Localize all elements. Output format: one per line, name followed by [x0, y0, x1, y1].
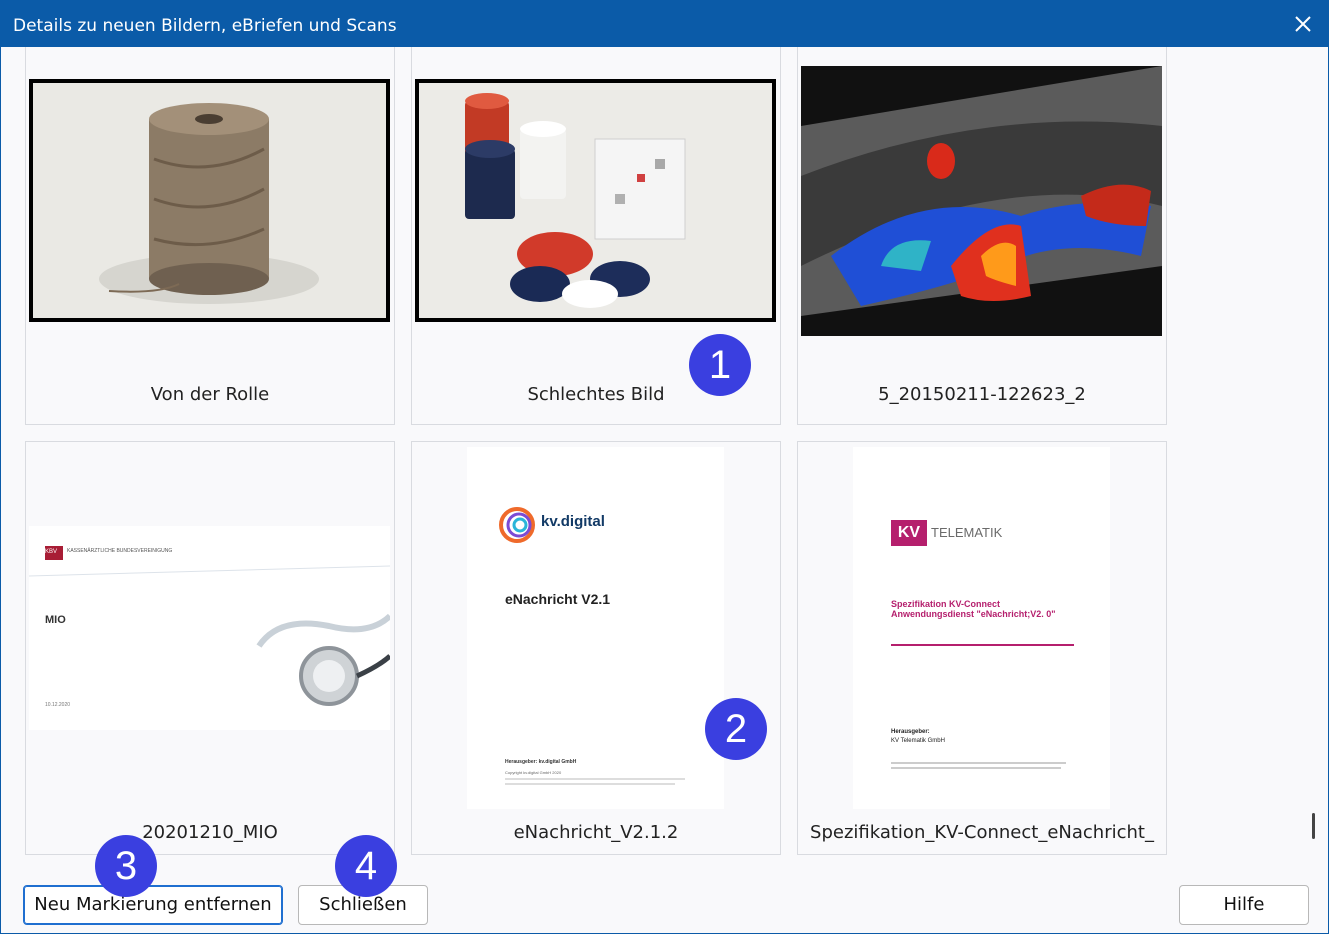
thumbnail-card[interactable]: kv.digital eNachricht V2.1 Herausgeber: … [411, 441, 781, 855]
thumbnail-card[interactable]: KASSENÄRZTLICHE BUNDESVEREINIGUNG KBV MI… [25, 441, 395, 855]
kbv-logo: KBV [45, 549, 58, 555]
thumbnail-card[interactable]: Von der Rolle [25, 47, 395, 425]
telematik-publisher: KV Telematik GmbH [891, 738, 945, 744]
title-bar: Details zu neuen Bildern, eBriefen und S… [1, 1, 1328, 47]
thumbnail-image-chips [415, 79, 776, 322]
help-button[interactable]: Hilfe [1179, 885, 1309, 925]
thumbnail-label: 5_20150211-122623_2 [878, 384, 1086, 405]
thumbnail-label: 20201210_MIO [142, 822, 278, 843]
thumbnail-label: eNachricht_V2.1.2 [513, 822, 679, 843]
enachricht-copyright: Copyright kv.digital GmbH 2020 [505, 770, 562, 775]
annotation-badge: 2 [705, 698, 767, 760]
thumbnail-image-enachricht: kv.digital eNachricht V2.1 Herausgeber: … [467, 447, 724, 809]
thumbnail-label: Von der Rolle [150, 384, 270, 405]
remove-marking-button[interactable]: Neu Markierung entfernen [23, 885, 283, 925]
mio-title: MIO [45, 614, 66, 626]
kv-logo-mark: KV [891, 520, 927, 546]
telematik-doc-title: Spezifikation KV-Connect Anwendungsdiens… [891, 599, 1056, 619]
mio-date: 10.12.2020 [45, 702, 71, 708]
vertical-scrollbar[interactable] [1312, 61, 1318, 861]
annotation-badge: 3 [95, 835, 157, 897]
mio-org-text: KASSENÄRZTLICHE BUNDESVEREINIGUNG [67, 548, 173, 554]
thumbnail-image-ultrasound [801, 66, 1162, 336]
thumbnail-card[interactable]: 5_20150211-122623_2 [797, 47, 1167, 425]
telematik-publisher-label: Herausgeber: [891, 729, 930, 735]
thumbnail-grid: Von der Rolle Schlechtes Bild 5_20150211… [1, 47, 1311, 867]
annotation-badge: 1 [689, 334, 751, 396]
close-icon[interactable] [1288, 9, 1318, 39]
thumbnail-card[interactable]: KV TELEMATIK Spezifikation KV-Connect An… [797, 441, 1167, 855]
kvdigital-logo-text: kv.digital [541, 513, 605, 530]
window-title: Details zu neuen Bildern, eBriefen und S… [13, 16, 397, 36]
thumbnail-label: Spezifikation_KV-Connect_eNachricht_ [810, 822, 1154, 843]
annotation-badge: 4 [335, 835, 397, 897]
enachricht-publisher: Herausgeber: kv.digital GmbH [505, 759, 577, 765]
thumbnail-image-twine [29, 79, 390, 322]
enachricht-doc-title: eNachricht V2.1 [505, 591, 611, 607]
telematik-logo-text: TELEMATIK [931, 525, 1003, 540]
thumbnail-image-mio: KASSENÄRZTLICHE BUNDESVEREINIGUNG KBV MI… [29, 526, 390, 730]
dialog-window: Details zu neuen Bildern, eBriefen und S… [0, 0, 1329, 934]
scrollbar-thumb[interactable] [1312, 813, 1315, 839]
thumbnail-image-telematik: KV TELEMATIK Spezifikation KV-Connect An… [853, 447, 1110, 809]
